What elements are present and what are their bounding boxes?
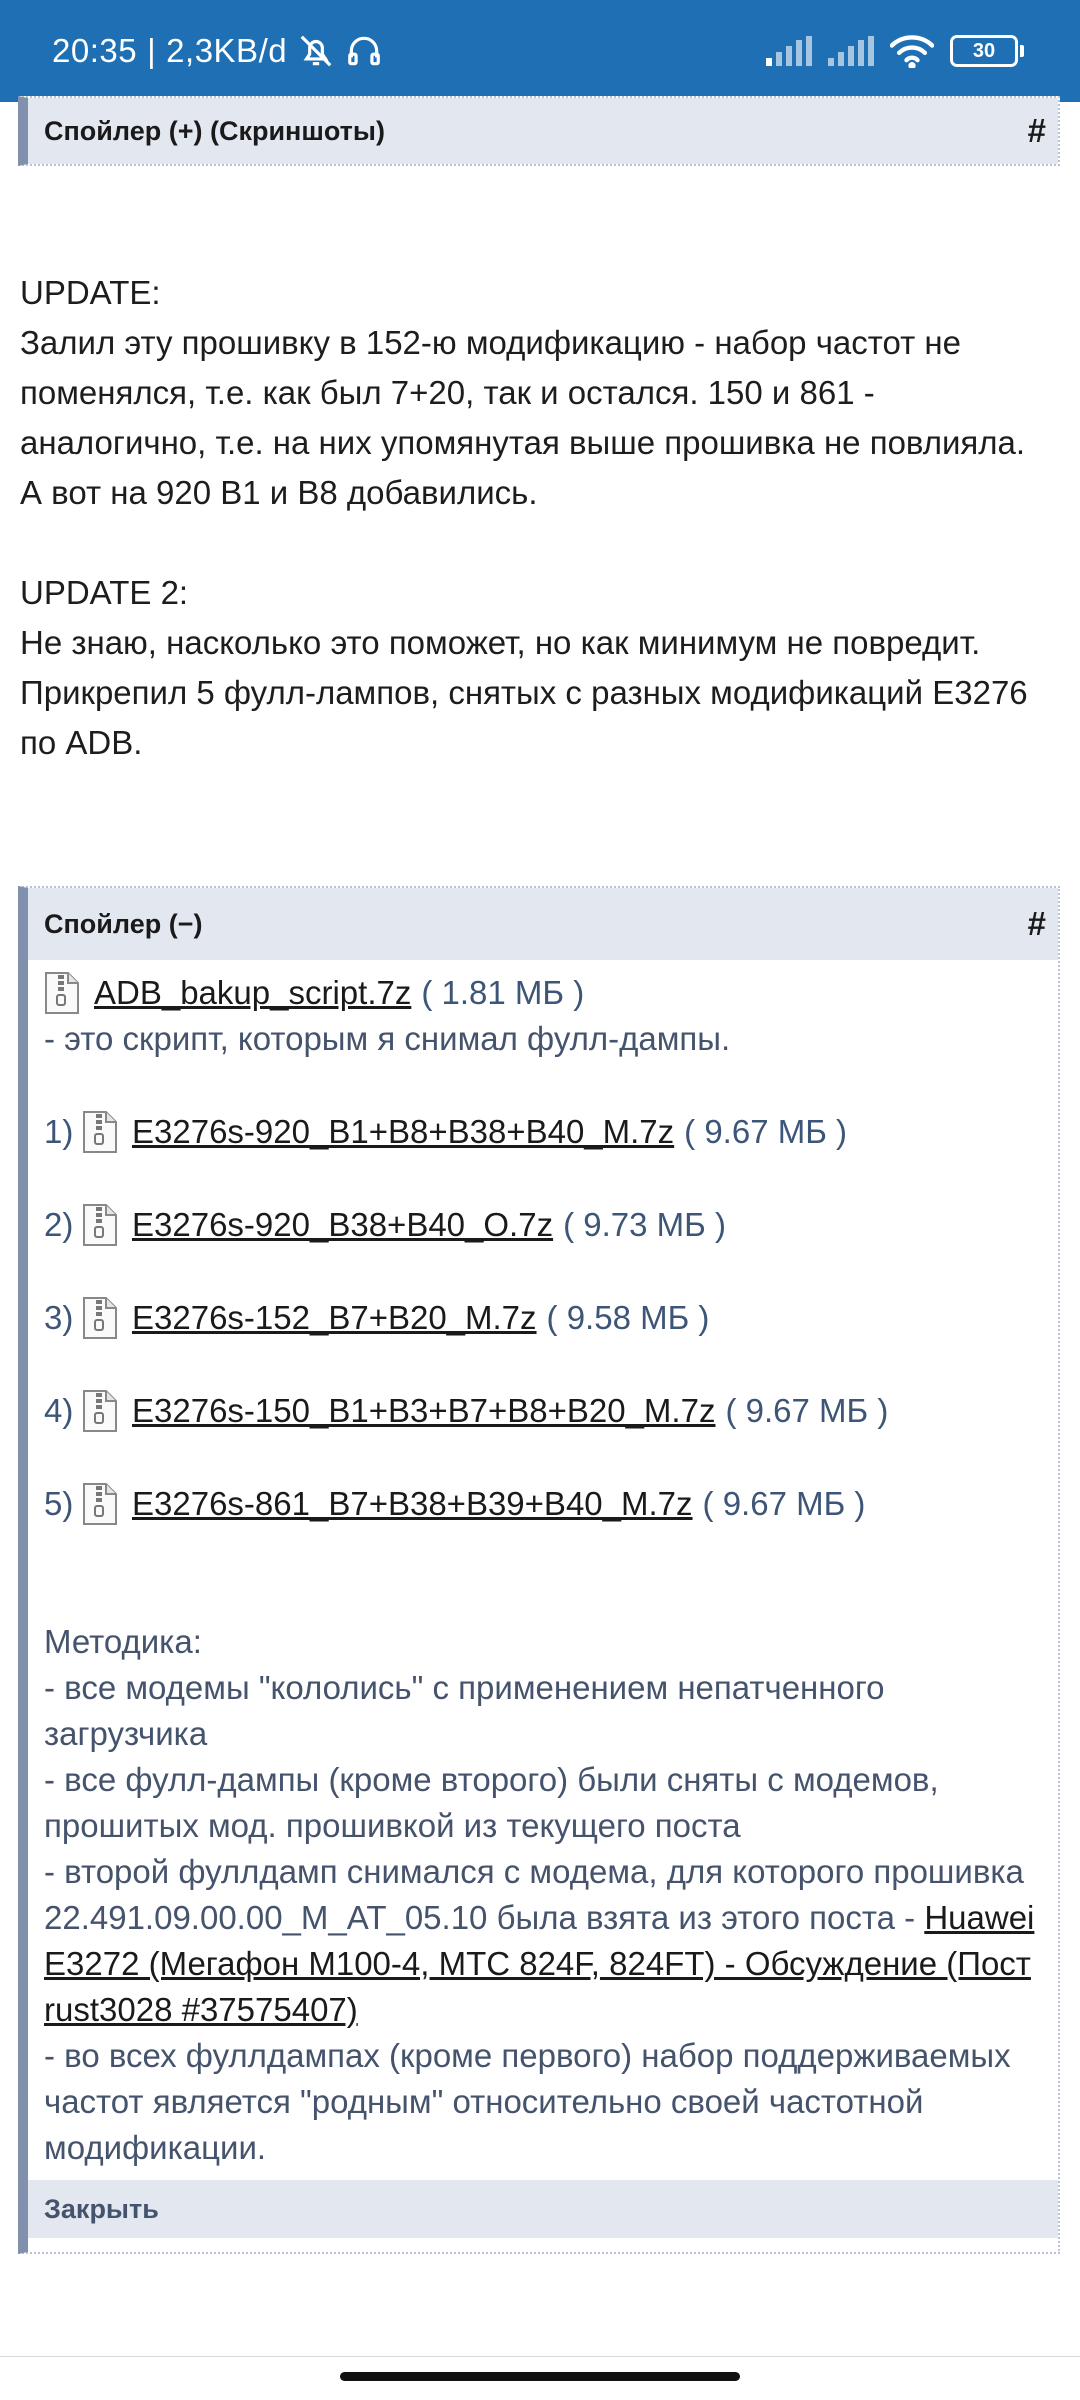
attachment-number: 4) — [44, 1392, 74, 1429]
status-bar-left: 20:35 | 2,3KB/d — [52, 0, 383, 102]
spoiler-header[interactable]: Спойлер (+) (Скриншоты) # — [28, 98, 1058, 164]
attachment-list: 1) E3276s-920_B1+B8+B38+B40_M.7z ( 9.67 МБ… — [44, 1109, 1044, 1527]
update-text: А вот на 920 B1 и B8 добавились. — [20, 474, 538, 511]
spoiler-anchor-link[interactable]: # — [1028, 905, 1046, 943]
headset-icon — [345, 32, 383, 70]
spoiler-title[interactable]: Спойлер (−) — [44, 909, 202, 940]
spoiler-header[interactable]: Спойлер (−) # — [28, 888, 1058, 960]
attachment-link[interactable]: E3276s-920_B38+B40_O.7z — [132, 1202, 553, 1248]
close-label[interactable]: Закрыть — [44, 2194, 159, 2225]
attachment-size: ( 9.67 МБ ) — [684, 1113, 848, 1150]
attachment: 4) E3276s-150_B1+B3+B7+B8+B20_M.7z ( 9.67 … — [44, 1388, 1044, 1434]
battery-icon: 30 — [950, 35, 1024, 67]
attachment-number: 1) — [44, 1113, 74, 1150]
spoiler-title[interactable]: Спойлер (+) (Скриншоты) — [44, 116, 385, 147]
spoiler-files: Спойлер (−) # ADB_bakup_script.7z ( 1.81… — [18, 886, 1060, 2254]
attachment-size: ( 1.81 МБ ) — [421, 974, 585, 1011]
battery-level: 30 — [972, 39, 996, 62]
archive-file-icon — [44, 971, 80, 1015]
attachment-link[interactable]: E3276s-861_B7+B38+B39+B40_M.7z — [132, 1481, 693, 1527]
attachment-number: 2) — [44, 1206, 74, 1243]
update-heading: UPDATE 2: — [20, 574, 189, 611]
status-bar: 20:35 | 2,3KB/d 30 — [0, 0, 1080, 102]
attachment-size: ( 9.73 МБ ) — [563, 1206, 726, 1243]
attachment-link[interactable]: E3276s-152_B7+B20_M.7z — [132, 1295, 537, 1341]
spoiler-anchor-link[interactable]: # — [1028, 112, 1046, 150]
method-item: - все фулл-дампы (кроме второго) были сн… — [44, 1761, 939, 1844]
spoiler-screenshots[interactable]: Спойлер (+) (Скриншоты) # — [18, 96, 1060, 166]
update-text: Не знаю, насколько это поможет, но как м… — [20, 624, 1028, 761]
attachment-size: ( 9.67 МБ ) — [702, 1485, 866, 1522]
attachment: 1) E3276s-920_B1+B8+B38+B40_M.7z ( 9.67 МБ… — [44, 1109, 1044, 1155]
attachment: 5) E3276s-861_B7+B38+B39+B40_M.7z( 9.67 М… — [44, 1481, 1044, 1527]
archive-file-icon — [82, 1203, 118, 1247]
archive-file-icon — [82, 1389, 118, 1433]
archive-file-icon — [82, 1296, 118, 1340]
method-text: - второй фуллдамп снимался с модема, для… — [44, 1853, 1024, 1936]
attachment-link[interactable]: ADB_bakup_script.7z — [94, 970, 411, 1016]
status-separator: | — [147, 32, 157, 69]
attachment-size: ( 9.58 МБ ) — [546, 1299, 710, 1336]
attachment: 2) E3276s-920_B38+B40_O.7z ( 9.73 МБ ) — [44, 1202, 1044, 1248]
method-item: - все модемы "кололись" с применением не… — [44, 1669, 885, 1752]
archive-file-icon — [82, 1110, 118, 1154]
divider — [0, 2356, 1080, 2357]
status-bar-right: 30 — [766, 0, 1024, 102]
update-heading: UPDATE: — [20, 274, 161, 311]
close-spoiler-button[interactable]: Закрыть — [28, 2180, 1058, 2238]
attachment-number: 5) — [44, 1485, 74, 1522]
method-heading: Методика: — [44, 1623, 202, 1660]
spoiler-content: ADB_bakup_script.7z ( 1.81 МБ ) - это ск… — [28, 960, 1058, 2180]
attachment-link[interactable]: E3276s-150_B1+B3+B7+B8+B20_M.7z — [132, 1388, 715, 1434]
attachment: 3) E3276s-152_B7+B20_M.7z( 9.58 МБ ) — [44, 1295, 1044, 1341]
wifi-icon — [890, 34, 934, 68]
attachment-number: 3) — [44, 1299, 74, 1336]
attachment: ADB_bakup_script.7z ( 1.81 МБ ) — [44, 970, 1044, 1016]
archive-file-icon — [82, 1482, 118, 1526]
home-indicator[interactable] — [340, 2372, 740, 2381]
clock: 20:35 — [52, 32, 138, 69]
data-rate: 2,3KB/d — [166, 32, 288, 69]
script-note: - это скрипт, которым я снимал фулл-дамп… — [44, 1020, 731, 1057]
signal-icon — [766, 36, 812, 66]
attachment-size: ( 9.67 МБ ) — [725, 1392, 889, 1429]
attachment-link[interactable]: E3276s-920_B1+B8+B38+B40_M.7z — [132, 1109, 674, 1155]
bell-off-icon — [297, 32, 335, 70]
signal-icon — [828, 36, 874, 66]
method-item: - во всех фуллдампах (кроме первого) наб… — [44, 2037, 1011, 2166]
update-text: Залил эту прошивку в 152-ю модификацию -… — [20, 324, 1026, 461]
method-item: - второй фуллдамп снимался с модема, для… — [44, 1849, 1044, 2033]
post-body: UPDATE: Залил эту прошивку в 152-ю модиф… — [20, 268, 1060, 768]
